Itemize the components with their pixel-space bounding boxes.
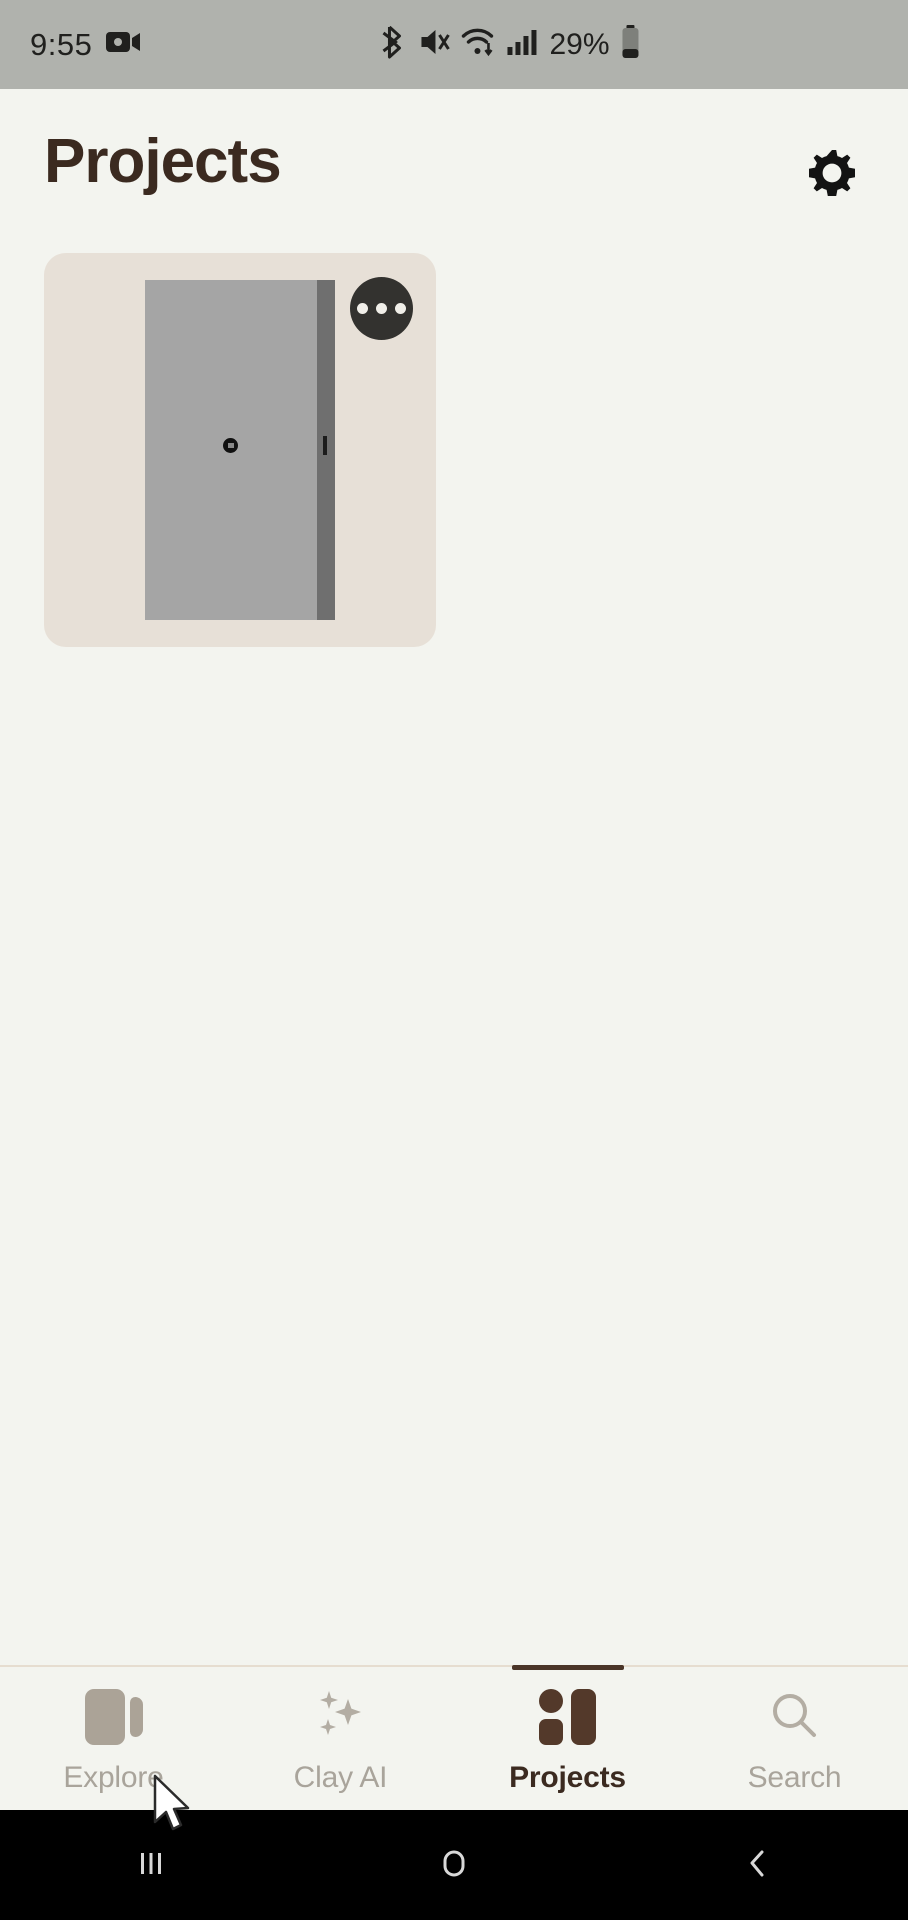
search-icon [767,1689,823,1745]
more-options-icon[interactable] [350,277,413,340]
tab-clay-ai-label: Clay AI [293,1760,388,1794]
dot-3 [395,303,406,314]
tab-projects-label: Projects [509,1760,626,1794]
bottom-tab-bar: Explore Clay AI Projects Search [0,1665,908,1810]
door-knob-marker [223,438,238,453]
settings-button[interactable] [800,143,864,207]
door-render-thumbnail [145,280,335,620]
tab-search[interactable]: Search [681,1667,908,1810]
active-tab-indicator [511,1665,624,1670]
tab-clay-ai[interactable]: Clay AI [227,1667,454,1810]
tab-explore[interactable]: Explore [0,1667,227,1810]
dot-1 [357,303,368,314]
recents-icon [133,1845,169,1886]
screen-recording-icon [106,30,141,59]
android-navigation-bar [0,1810,908,1920]
page-title: Projects [44,127,282,196]
wifi-icon [461,27,495,62]
gear-icon [805,146,859,205]
projects-grid [44,253,864,647]
cellular-signal-icon [506,28,537,61]
projects-list [0,207,908,1665]
bluetooth-icon [381,25,407,64]
tab-search-label: Search [747,1760,842,1794]
back-icon [739,1845,775,1886]
recents-button[interactable] [106,1820,196,1910]
status-bar-right: 29% [381,25,640,64]
projects-grid-icon [538,1688,597,1745]
phone-screen: 9:55 29% Projects Explore Clay AI Projec… [0,0,908,1920]
back-button[interactable] [712,1820,802,1910]
page-header: Projects [0,89,908,207]
status-bar: 9:55 29% [0,0,908,89]
battery-icon [621,25,641,64]
tab-explore-label: Explore [63,1760,164,1794]
project-card[interactable] [44,253,436,647]
door-handle-tick [323,436,327,455]
cards-icon [84,1688,143,1745]
dot-2 [376,303,387,314]
tab-projects[interactable]: Projects [454,1665,681,1810]
volume-mute-icon [418,27,450,62]
home-button[interactable] [409,1820,499,1910]
home-icon [436,1845,472,1886]
battery-percentage: 29% [549,27,610,61]
sparkles-icon [312,1689,370,1745]
status-bar-clock: 9:55 [30,26,93,62]
status-bar-left: 9:55 [30,26,141,63]
